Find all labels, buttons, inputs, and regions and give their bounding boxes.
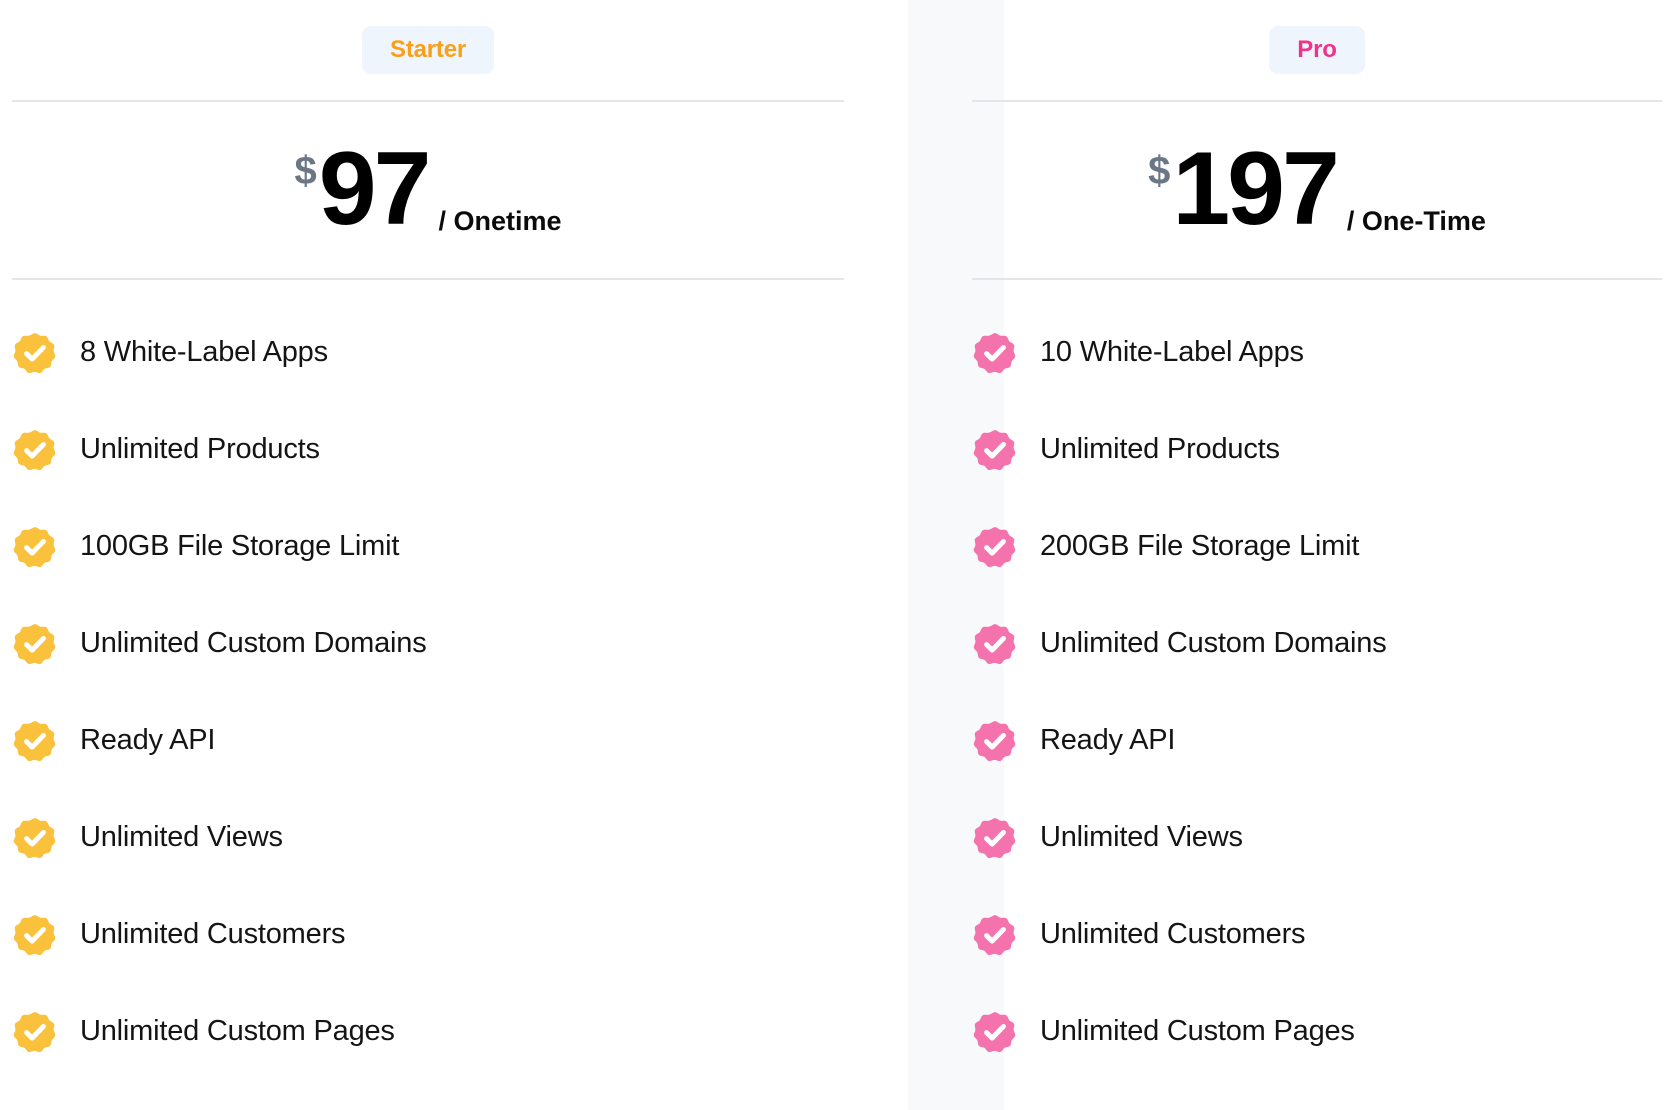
feature-label: Unlimited Custom Pages: [1040, 1015, 1355, 1047]
check-badge-icon: [972, 1009, 1018, 1055]
feature-list-starter: 8 White-Label Apps Unlimited Products 10…: [12, 280, 844, 1110]
list-item: Unlimited Products: [972, 401, 1662, 498]
price-amount-starter: 97: [318, 131, 432, 248]
list-item: Unlimited Custom Pages: [12, 983, 844, 1080]
check-badge-icon: [972, 427, 1018, 473]
plan-badge-pro[interactable]: Pro: [1269, 26, 1365, 74]
feature-label: Unlimited Products: [80, 433, 320, 465]
feature-label: Unlimited Customers: [80, 918, 346, 950]
feature-label: 10 White-Label Apps: [1040, 336, 1304, 368]
check-badge-icon: [12, 912, 58, 958]
list-item: 100GB File Storage Limit: [12, 498, 844, 595]
check-badge-icon: [972, 524, 1018, 570]
list-item: 8 White-Label Apps: [12, 304, 844, 401]
list-item: Unlimited Products: [12, 401, 844, 498]
feature-label: Unlimited Customers: [1040, 918, 1306, 950]
list-item: Unlimited Custom Domains: [12, 595, 844, 692]
check-badge-icon: [972, 815, 1018, 861]
plan-badge-starter[interactable]: Starter: [362, 26, 494, 74]
currency-symbol-pro: $: [1148, 148, 1171, 193]
price-period-starter: / Onetime: [438, 205, 562, 236]
plan-price-pro: $ 197 / One-Time: [972, 102, 1662, 278]
list-item: 10 White-Label Apps: [972, 304, 1662, 401]
check-badge-icon: [972, 718, 1018, 764]
check-badge-icon: [12, 621, 58, 667]
list-item: Unlimited Views: [972, 789, 1662, 886]
list-item: Unlimited Custom Pages: [972, 983, 1662, 1080]
plan-badge-row-starter: Starter: [12, 0, 844, 100]
list-item: Unlimited Customers: [972, 886, 1662, 983]
list-item: Unlimited Views: [12, 789, 844, 886]
feature-label: Unlimited Views: [80, 821, 283, 853]
price-period-pro: / One-Time: [1346, 205, 1486, 236]
check-badge-icon: [12, 815, 58, 861]
currency-symbol-starter: $: [294, 148, 317, 193]
feature-list-pro: 10 White-Label Apps Unlimited Products 2…: [972, 280, 1662, 1110]
feature-label: Unlimited Views: [1040, 821, 1243, 853]
check-badge-icon: [12, 427, 58, 473]
plan-price-starter: $ 97 / Onetime: [12, 102, 844, 278]
feature-label: Ready API: [1040, 724, 1176, 756]
feature-label: 200GB File Storage Limit: [1040, 530, 1360, 562]
check-badge-icon: [12, 330, 58, 376]
price-amount-pro: 197: [1172, 131, 1340, 248]
check-badge-icon: [972, 621, 1018, 667]
plan-card-starter: Starter $ 97 / Onetime 8 White-Label App…: [0, 0, 908, 1110]
feature-label: Unlimited Custom Pages: [80, 1015, 395, 1047]
check-badge-icon: [12, 1009, 58, 1055]
feature-label: Ready API: [80, 724, 216, 756]
list-item: Unlimited Customers: [12, 886, 844, 983]
list-item: Ready API: [972, 692, 1662, 789]
check-badge-icon: [972, 330, 1018, 376]
pricing-comparison: Starter $ 97 / Onetime 8 White-Label App…: [0, 0, 1674, 1110]
feature-label: Unlimited Custom Domains: [80, 627, 427, 659]
plan-card-pro: Pro $ 197 / One-Time 10 White-Label Apps: [908, 0, 1674, 1110]
feature-label: 8 White-Label Apps: [80, 336, 328, 368]
check-badge-icon: [972, 912, 1018, 958]
list-item: Ready API: [12, 692, 844, 789]
check-badge-icon: [12, 718, 58, 764]
feature-label: Unlimited Custom Domains: [1040, 627, 1387, 659]
feature-label: 100GB File Storage Limit: [80, 530, 400, 562]
list-item: 200GB File Storage Limit: [972, 498, 1662, 595]
list-item: Unlimited Custom Domains: [972, 595, 1662, 692]
plan-badge-row-pro: Pro: [972, 0, 1662, 100]
check-badge-icon: [12, 524, 58, 570]
feature-label: Unlimited Products: [1040, 433, 1280, 465]
